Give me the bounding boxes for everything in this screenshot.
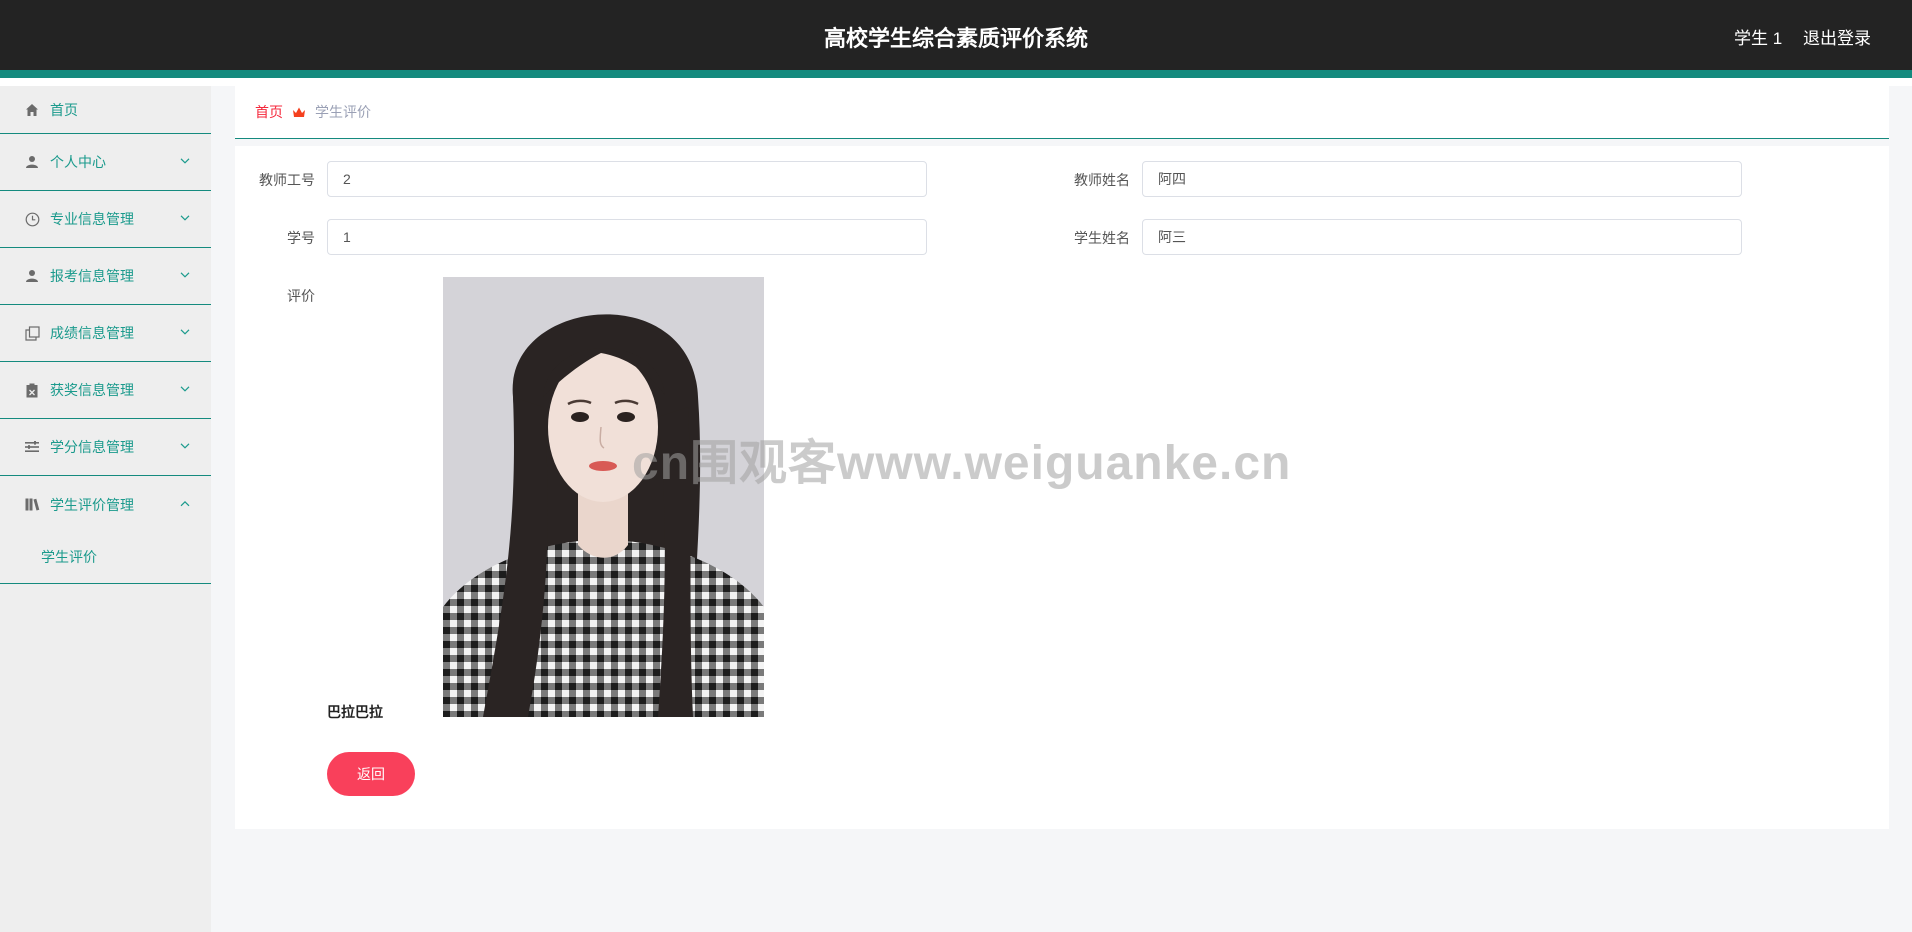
sidebar-item-grades-info[interactable]: 成绩信息管理: [0, 305, 211, 362]
student-name-field[interactable]: [1142, 219, 1742, 255]
sidebar-item-label: 首页: [50, 101, 78, 118]
app-title: 高校学生综合素质评价系统: [823, 26, 1088, 51]
chevron-down-icon: [179, 212, 191, 224]
sidebar-item-label: 学生评价管理: [50, 496, 134, 513]
evaluation-label: 评价: [287, 288, 315, 304]
sidebar-item-home[interactable]: 首页: [0, 86, 211, 134]
back-button[interactable]: 返回: [327, 752, 415, 796]
sidebar-item-student-evaluation[interactable]: 学生评价管理 学生评价: [0, 476, 211, 584]
current-user-name: 学生 1: [1734, 29, 1783, 48]
chevron-down-icon: [179, 440, 191, 452]
chevron-down-icon: [179, 155, 191, 167]
copy-icon: [24, 325, 40, 341]
sidebar-item-label: 成绩信息管理: [50, 325, 134, 341]
chevron-down-icon: [179, 383, 191, 395]
sidebar-item-label: 报考信息管理: [50, 268, 134, 284]
sidebar-item-label: 获奖信息管理: [50, 382, 134, 398]
breadcrumb-separator-icon: [292, 105, 306, 119]
teacher-name-field[interactable]: [1142, 161, 1742, 197]
person-icon: [24, 268, 40, 284]
student-id-field[interactable]: [327, 219, 927, 255]
list-icon: [24, 439, 40, 455]
breadcrumb: 首页 学生评价: [235, 86, 1889, 139]
breadcrumb-home-link[interactable]: 首页: [255, 86, 283, 139]
sidebar-subitem-student-evaluation[interactable]: 学生评价: [41, 547, 97, 567]
sidebar-item-label: 学分信息管理: [50, 439, 134, 455]
student-name-label: 学生姓名: [1074, 230, 1130, 246]
sidebar-item-credits-info[interactable]: 学分信息管理: [0, 419, 211, 476]
teacher-id-field[interactable]: [327, 161, 927, 197]
teacher-id-label: 教师工号: [259, 172, 315, 188]
evaluation-photo: [443, 277, 764, 717]
chevron-down-icon: [179, 269, 191, 281]
sidebar-item-personal-center[interactable]: 个人中心: [0, 134, 211, 191]
sidebar-item-label: 个人中心: [50, 154, 106, 170]
sidebar-item-label: 专业信息管理: [50, 211, 134, 227]
sidebar: 首页 个人中心 专业信息管理 报考信息管理 成绩信息管理 获奖信息管理 学分信息…: [0, 86, 211, 932]
watermark-text: cn围观客www.weiguanke.cn: [632, 437, 1292, 490]
sidebar-item-application-info[interactable]: 报考信息管理: [0, 248, 211, 305]
breadcrumb-current: 学生评价: [315, 104, 371, 120]
student-id-label: 学号: [287, 230, 315, 246]
chevron-up-icon: [179, 497, 191, 509]
books-icon: [24, 497, 40, 513]
logout-link[interactable]: 退出登录: [1803, 0, 1871, 78]
home-icon: [24, 102, 40, 118]
person-icon: [24, 154, 40, 170]
chevron-down-icon: [179, 326, 191, 338]
teacher-name-label: 教师姓名: [1074, 172, 1130, 188]
clock-icon: [24, 211, 40, 227]
clipboard-icon: [24, 382, 40, 398]
sidebar-item-major-info[interactable]: 专业信息管理: [0, 191, 211, 248]
sidebar-item-header[interactable]: 学生评价管理: [0, 476, 211, 533]
evaluation-text: 巴拉巴拉: [327, 704, 383, 720]
top-header: 高校学生综合素质评价系统 学生 1 退出登录: [0, 0, 1912, 78]
sidebar-item-awards-info[interactable]: 获奖信息管理: [0, 362, 211, 419]
